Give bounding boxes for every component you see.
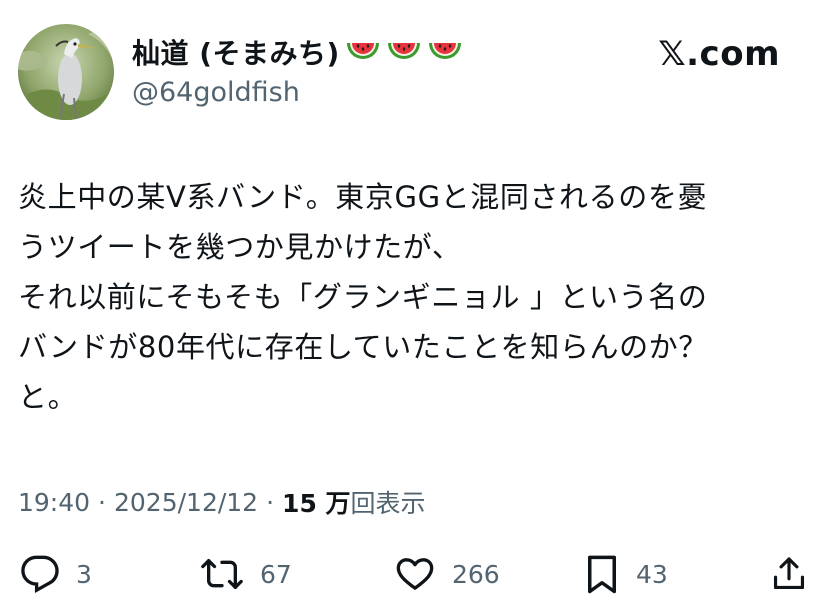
tweet-line: バンドが80年代に存在していたことを知らんのか？	[18, 330, 708, 364]
bookmark-icon	[588, 555, 616, 594]
display-name[interactable]: 杣道 (そまみち)	[132, 32, 340, 72]
avatar[interactable]	[18, 24, 114, 120]
watermelon-icon	[346, 43, 379, 59]
share-button[interactable]	[770, 552, 808, 596]
author-block: 杣道 (そまみち) @64goldfish	[132, 34, 467, 111]
name-emojis	[344, 35, 467, 69]
bookmark-button[interactable]: 43	[584, 552, 668, 596]
bookmark-count: 43	[636, 559, 668, 589]
action-bar: 3 67 266 43	[0, 552, 828, 596]
repost-icon	[201, 559, 243, 589]
user-handle[interactable]: @64goldfish	[132, 75, 467, 111]
tweet-meta: 19:40 · 2025/12/12 · 15 万 回表示	[18, 484, 426, 520]
like-button[interactable]: 266	[394, 552, 500, 596]
tweet-line: 炎上中の某V系バンド。東京GGと混同されるのを憂	[18, 180, 708, 214]
heron-avatar-image	[18, 24, 114, 120]
watermelon-icon	[387, 43, 420, 59]
reply-button[interactable]: 3	[20, 552, 92, 596]
tweet-line: うツイートを幾つか見かけたが、	[18, 230, 462, 264]
repost-count: 67	[260, 559, 292, 589]
heart-icon	[396, 558, 434, 590]
tweet-time[interactable]: 19:40	[18, 488, 90, 517]
reply-icon	[21, 555, 59, 593]
tweet-line: それ以前にそもそも「グランギニョル 」という名の	[18, 280, 708, 314]
share-icon	[773, 557, 805, 590]
views-count: 15 万	[282, 489, 351, 518]
watermelon-icon	[428, 43, 461, 59]
reply-count: 3	[76, 559, 92, 589]
tweet-date[interactable]: 2025/12/12	[114, 488, 258, 517]
meta-separator: ·	[98, 487, 106, 517]
like-count: 266	[452, 559, 500, 589]
views-label: 回表示	[350, 489, 426, 518]
tweet-line: と。	[18, 380, 78, 414]
repost-button[interactable]: 67	[200, 552, 292, 596]
meta-separator: ·	[266, 487, 275, 517]
tweet-text: 炎上中の某V系バンド。東京GGと混同されるのを憂 うツイートを幾つか見かけたが、…	[18, 172, 818, 422]
x-brand-logo: 𝕏.com	[658, 34, 780, 74]
